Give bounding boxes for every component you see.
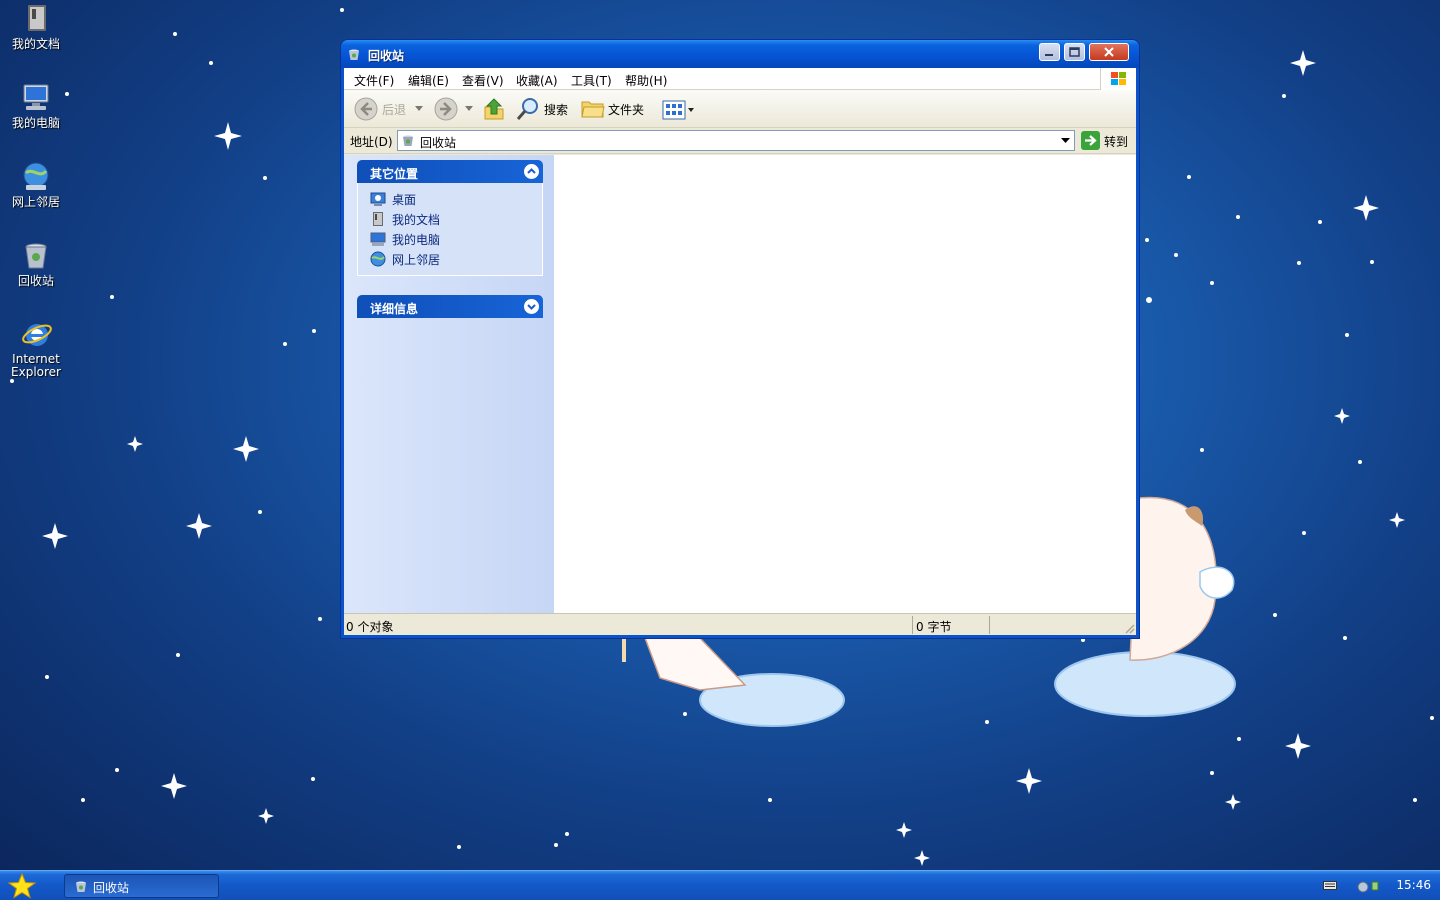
taskbar-button-recycle-bin[interactable]: 回收站 <box>64 874 219 898</box>
desktop-icon-network-places[interactable]: 网上邻居 <box>0 161 72 209</box>
other-places-header[interactable]: 其它位置 <box>357 160 543 183</box>
place-label: 桌面 <box>392 193 417 207</box>
taskbar: 回收站 15:46 <box>0 870 1440 900</box>
back-dropdown-icon[interactable] <box>415 106 423 112</box>
recycle-bin-window: 回收站 文件(F) 编辑(E) 查看(V) 收藏(A) 工具(T) 帮助(H) <box>341 40 1139 638</box>
desktop-icon-label: 网上邻居 <box>11 195 60 209</box>
collapse-chevron-icon[interactable] <box>524 164 539 179</box>
desktop-icon-label: 我的电脑 <box>11 116 60 130</box>
go-label: 转到 <box>1104 135 1129 149</box>
back-button-label[interactable]: 后退 <box>382 101 406 118</box>
place-label: 网上邻居 <box>392 253 441 267</box>
file-list-area[interactable] <box>554 155 1136 613</box>
details-panel: 详细信息 <box>357 295 543 318</box>
network-status-icon[interactable] <box>1356 878 1382 894</box>
windows-flag-icon <box>1111 72 1126 85</box>
desktop-icon-internet-explorer[interactable]: Internet Explorer <box>0 318 72 379</box>
recycle-bin-icon <box>25 243 47 269</box>
minimize-button[interactable] <box>1039 43 1060 61</box>
task-pane: 其它位置 桌面 我的文档 我的电脑 网上邻居 详细信息 <box>344 155 554 613</box>
back-arrow-icon[interactable] <box>354 97 378 121</box>
resize-grip-icon[interactable] <box>1123 622 1135 634</box>
desktop-icon-label: 回收站 <box>17 274 54 288</box>
status-size: 0 字节 <box>916 620 952 634</box>
details-header[interactable]: 详细信息 <box>357 295 543 318</box>
my-documents-icon <box>373 212 383 226</box>
desktop-icon <box>370 192 386 206</box>
up-folder-icon[interactable] <box>483 97 505 121</box>
title-bar[interactable]: 回收站 <box>341 40 1139 68</box>
minimize-icon <box>1045 54 1053 56</box>
menu-file[interactable]: 文件(F) <box>354 72 394 89</box>
status-object-count: 0 个对象 <box>346 620 394 634</box>
forward-arrow-icon[interactable] <box>434 97 458 121</box>
details-title: 详细信息 <box>370 302 419 316</box>
place-link-my-documents[interactable]: 我的文档 <box>370 209 542 229</box>
desktop-icon-my-computer[interactable]: 我的电脑 <box>0 82 72 130</box>
search-icon[interactable] <box>516 97 540 121</box>
address-input[interactable]: 回收站 <box>397 130 1075 151</box>
standard-toolbar: 后退 搜索 文件夹 <box>344 90 1136 128</box>
place-link-network-places[interactable]: 网上邻居 <box>370 249 542 269</box>
forward-dropdown-icon[interactable] <box>465 106 473 112</box>
folders-button-label[interactable]: 文件夹 <box>608 101 644 118</box>
expand-chevron-icon[interactable] <box>524 299 539 314</box>
system-tray: 15:46 <box>1318 871 1440 900</box>
recycle-bin-icon <box>349 49 359 60</box>
desktop-icon-recycle-bin[interactable]: 回收站 <box>0 240 72 288</box>
network-globe-icon <box>23 162 49 190</box>
maximize-button[interactable] <box>1064 43 1085 61</box>
recycle-bin-icon <box>76 881 86 892</box>
menu-favorites[interactable]: 收藏(A) <box>516 72 558 89</box>
status-divider <box>912 616 913 634</box>
internet-explorer-icon <box>22 324 52 346</box>
other-places-body: 桌面 我的文档 我的电脑 网上邻居 <box>357 183 543 276</box>
place-link-my-computer[interactable]: 我的电脑 <box>370 229 542 249</box>
my-computer-icon <box>23 84 49 110</box>
go-button[interactable]: 转到 <box>1081 130 1133 151</box>
desktop-icon-my-documents[interactable]: 我的文档 <box>0 3 72 51</box>
my-documents-icon <box>28 5 46 31</box>
window-client: 文件(F) 编辑(E) 查看(V) 收藏(A) 工具(T) 帮助(H) 后退 搜… <box>344 68 1136 635</box>
other-places-title: 其它位置 <box>370 167 419 181</box>
my-computer-icon <box>370 232 386 246</box>
windows-logo <box>1100 68 1136 90</box>
keyboard-icon[interactable] <box>1323 880 1337 891</box>
close-icon <box>1104 47 1114 57</box>
desktop-icon-label-line2: Explorer <box>11 365 61 379</box>
address-bar: 地址(D) 回收站 转到 <box>344 128 1136 154</box>
place-label: 我的文档 <box>392 213 441 227</box>
taskbar-button-label: 回收站 <box>93 881 130 895</box>
menu-edit[interactable]: 编辑(E) <box>408 72 449 89</box>
network-globe-icon <box>370 251 386 267</box>
status-bar: 0 个对象 0 字节 <box>344 613 1136 635</box>
search-button-label[interactable]: 搜索 <box>544 101 568 118</box>
restore-icon <box>1069 47 1080 57</box>
status-divider <box>989 616 990 634</box>
place-label: 我的电脑 <box>392 233 441 247</box>
views-icon[interactable] <box>662 99 696 121</box>
other-places-panel: 其它位置 桌面 我的文档 我的电脑 网上邻居 <box>357 160 543 276</box>
recycle-bin-icon <box>403 135 413 146</box>
folders-icon[interactable] <box>581 99 605 119</box>
address-value: 回收站 <box>420 136 457 150</box>
desktop-icon-label: 我的文档 <box>11 37 60 51</box>
start-star-icon[interactable] <box>6 873 40 899</box>
taskbar-clock[interactable]: 15:46 <box>1396 878 1431 892</box>
go-arrow-icon <box>1081 131 1100 150</box>
menu-bar: 文件(F) 编辑(E) 查看(V) 收藏(A) 工具(T) 帮助(H) <box>344 68 1136 90</box>
close-button[interactable] <box>1089 43 1129 61</box>
menu-help[interactable]: 帮助(H) <box>625 72 667 89</box>
menu-view[interactable]: 查看(V) <box>462 72 504 89</box>
menu-tools[interactable]: 工具(T) <box>571 72 612 89</box>
address-label: 地址(D) <box>350 135 393 149</box>
address-dropdown-icon[interactable] <box>1061 138 1070 144</box>
place-link-desktop[interactable]: 桌面 <box>370 189 542 209</box>
window-title: 回收站 <box>368 49 405 63</box>
